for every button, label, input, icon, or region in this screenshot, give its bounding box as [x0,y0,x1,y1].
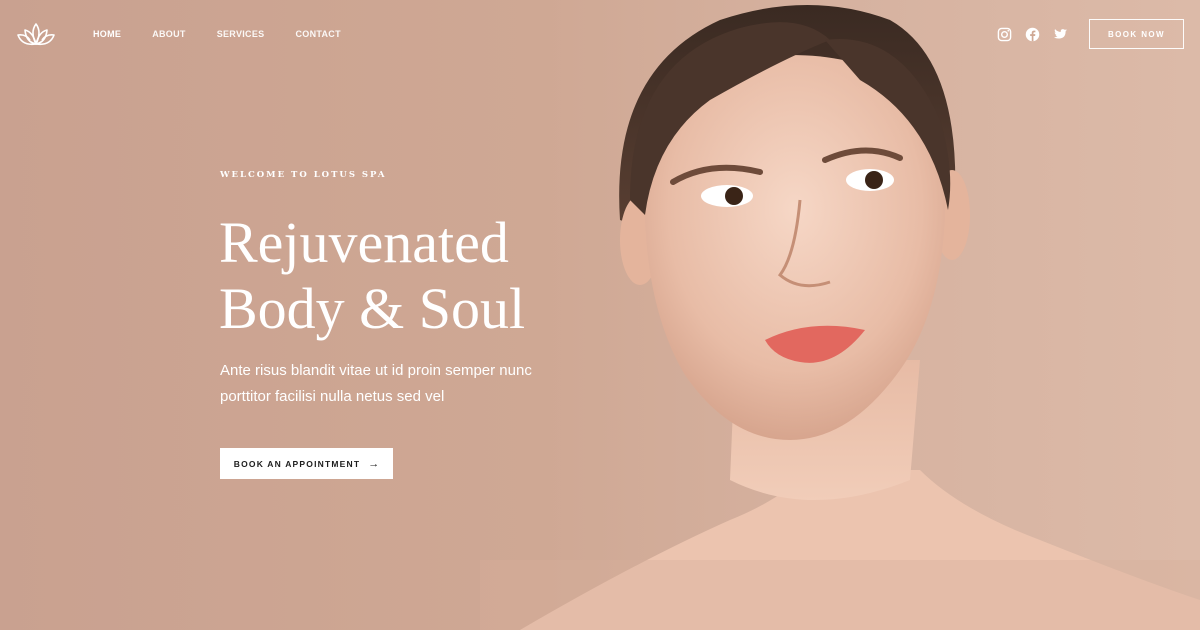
instagram-icon[interactable] [997,27,1012,42]
nav-contact-link[interactable]: CONTACT [295,29,340,39]
book-now-button[interactable]: BOOK NOW [1089,19,1184,49]
site-header: HOME ABOUT SERVICES CONTACT BOOK NOW [0,0,1200,68]
nav-home-link[interactable]: HOME [93,29,121,39]
twitter-icon[interactable] [1053,27,1068,42]
hero-headline-line-1: Rejuvenated [219,210,509,275]
hero-headline: Rejuvenated Body & Soul [219,210,599,342]
facebook-icon[interactable] [1025,27,1040,42]
hero-subtext-line-2: porttitor facilisi nulla netus sed vel [220,388,445,405]
hero-subtext-line-1: Ante risus blandit vitae ut id proin sem… [220,362,532,379]
hero-subtext: Ante risus blandit vitae ut id proin sem… [220,358,550,410]
nav-about-link[interactable]: ABOUT [152,29,186,39]
main-nav: HOME ABOUT SERVICES CONTACT [93,29,341,39]
lotus-logo-icon[interactable] [16,20,56,50]
book-appointment-label: BOOK AN APPOINTMENT [233,458,361,469]
arrow-right-icon: → [368,457,380,470]
hero-headline-line-2: Body & Soul [219,276,526,341]
book-appointment-button[interactable]: BOOK AN APPOINTMENT → [220,448,393,479]
nav-services-link[interactable]: SERVICES [217,29,265,39]
hero-eyebrow: WELCOME TO LOTUS SPA [220,170,387,180]
social-links [997,27,1068,42]
